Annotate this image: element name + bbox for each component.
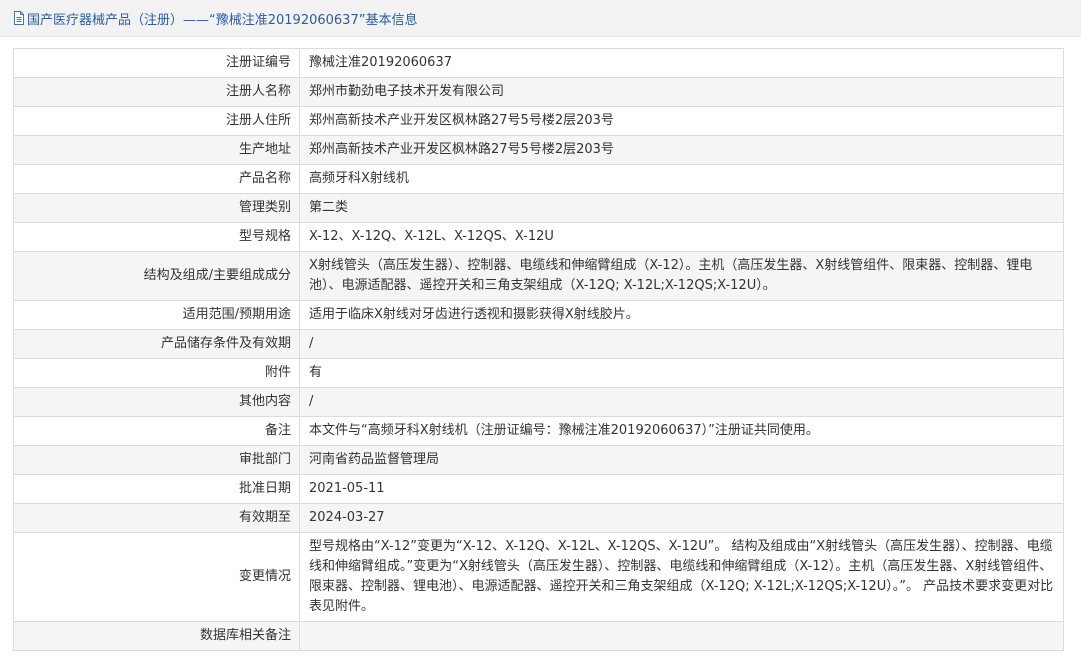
label-approval-department: 审批部门 [13,445,300,475]
value-management-category: 第二类 [299,193,1064,223]
value-structure-composition: X射线管头（高压发生器）、控制器、电缆线和伸缩臂组成（X-12）。主机（高压发生… [299,251,1064,301]
value-registrant-name: 郑州市勤劲电子技术开发有限公司 [299,77,1064,107]
label-other-content: 其他内容 [13,387,300,417]
row-database-remarks: 数据库相关备注 [13,621,1064,651]
label-intended-use: 适用范围/预期用途 [13,300,300,330]
row-other-content: 其他内容 / [13,387,1064,417]
row-registration-number: 注册证编号 豫械注准20192060637 [13,48,1064,78]
value-valid-until: 2024-03-27 [299,503,1064,533]
page: 国产医疗器械产品（注册）——“豫械注准20192060637”基本信息 注册证编… [0,0,1081,658]
label-approval-date: 批准日期 [13,474,300,504]
row-registrant-name: 注册人名称 郑州市勤劲电子技术开发有限公司 [13,77,1064,107]
label-structure-composition: 结构及组成/主要组成成分 [13,251,300,301]
row-intended-use: 适用范围/预期用途 适用于临床X射线对牙齿进行透视和摄影获得X射线胶片。 [13,300,1064,330]
label-registrant-address: 注册人住所 [13,106,300,136]
value-registrant-address: 郑州高新技术产业开发区枫林路27号5号楼2层203号 [299,106,1064,136]
row-attachment: 附件 有 [13,358,1064,388]
value-production-address: 郑州高新技术产业开发区枫林路27号5号楼2层203号 [299,135,1064,165]
value-approval-date: 2021-05-11 [299,474,1064,504]
document-icon [13,11,25,25]
label-registrant-name: 注册人名称 [13,77,300,107]
value-database-remarks [299,621,1064,651]
row-management-category: 管理类别 第二类 [13,193,1064,223]
value-other-content: / [299,387,1064,417]
row-valid-until: 有效期至 2024-03-27 [13,503,1064,533]
value-model-spec: X-12、X-12Q、X-12L、X-12QS、X-12U [299,222,1064,252]
label-storage-conditions: 产品储存条件及有效期 [13,329,300,359]
row-structure-composition: 结构及组成/主要组成成分 X射线管头（高压发生器）、控制器、电缆线和伸缩臂组成（… [13,251,1064,301]
label-remarks: 备注 [13,416,300,446]
row-model-spec: 型号规格 X-12、X-12Q、X-12L、X-12QS、X-12U [13,222,1064,252]
label-product-name: 产品名称 [13,164,300,194]
label-registration-number: 注册证编号 [13,48,300,78]
value-registration-number: 豫械注准20192060637 [299,48,1064,78]
label-management-category: 管理类别 [13,193,300,223]
label-database-remarks: 数据库相关备注 [13,621,300,651]
row-approval-date: 批准日期 2021-05-11 [13,474,1064,504]
label-valid-until: 有效期至 [13,503,300,533]
value-intended-use: 适用于临床X射线对牙齿进行透视和摄影获得X射线胶片。 [299,300,1064,330]
row-remarks: 备注 本文件与“高频牙科X射线机（注册证编号：豫械注准20192060637）”… [13,416,1064,446]
value-change-history: 型号规格由“X-12”变更为“X-12、X-12Q、X-12L、X-12QS、X… [299,532,1064,622]
row-production-address: 生产地址 郑州高新技术产业开发区枫林路27号5号楼2层203号 [13,135,1064,165]
value-product-name: 高频牙科X射线机 [299,164,1064,194]
row-registrant-address: 注册人住所 郑州高新技术产业开发区枫林路27号5号楼2层203号 [13,106,1064,136]
value-attachment: 有 [299,358,1064,388]
row-change-history: 变更情况 型号规格由“X-12”变更为“X-12、X-12Q、X-12L、X-1… [13,532,1064,622]
row-approval-department: 审批部门 河南省药品监督管理局 [13,445,1064,475]
label-attachment: 附件 [13,358,300,388]
row-storage-conditions: 产品储存条件及有效期 / [13,329,1064,359]
page-title: 国产医疗器械产品（注册）——“豫械注准20192060637”基本信息 [27,12,418,28]
label-production-address: 生产地址 [13,135,300,165]
registration-info-table: 注册证编号 豫械注准20192060637 注册人名称 郑州市勤劲电子技术开发有… [13,48,1064,651]
row-product-name: 产品名称 高频牙科X射线机 [13,164,1064,194]
value-approval-department: 河南省药品监督管理局 [299,445,1064,475]
label-change-history: 变更情况 [13,532,300,622]
page-header: 国产医疗器械产品（注册）——“豫械注准20192060637”基本信息 [0,0,1081,37]
label-model-spec: 型号规格 [13,222,300,252]
value-remarks: 本文件与“高频牙科X射线机（注册证编号：豫械注准20192060637）”注册证… [299,416,1064,446]
value-storage-conditions: / [299,329,1064,359]
